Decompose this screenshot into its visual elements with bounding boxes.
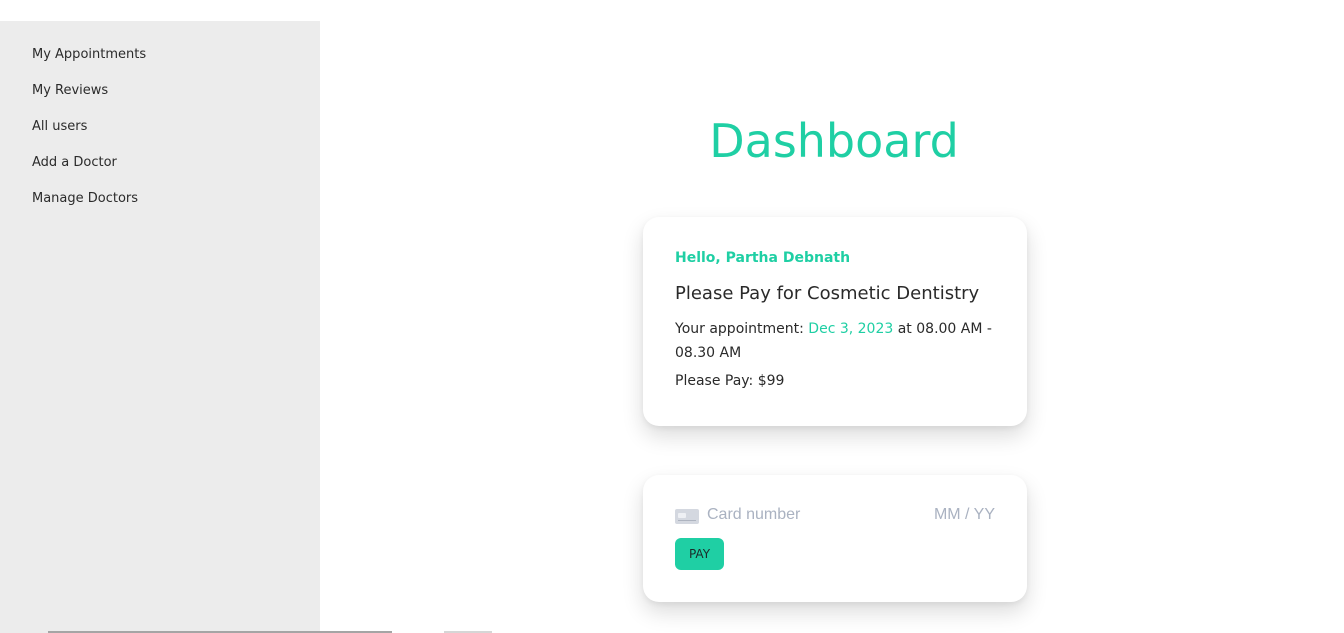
appointment-details: Your appointment: Dec 3, 2023 at 08.00 A… [675, 317, 1005, 365]
sidebar-item-my-appointments[interactable]: My Appointments [32, 46, 146, 82]
card-number-input[interactable] [707, 506, 907, 524]
page-title: Dashboard [709, 114, 959, 168]
sidebar-item-add-a-doctor[interactable]: Add a Doctor [32, 154, 146, 190]
sidebar-item-my-reviews[interactable]: My Reviews [32, 82, 146, 118]
sidebar: My Appointments My Reviews All users Add… [0, 21, 320, 633]
sidebar-item-all-users[interactable]: All users [32, 118, 146, 154]
sidebar-nav: My Appointments My Reviews All users Add… [32, 46, 146, 226]
appointment-prefix: Your appointment: [675, 321, 809, 337]
appointment-date: Dec 3, 2023 [808, 321, 894, 337]
payment-card: PAY [643, 475, 1027, 602]
payment-amount: Please Pay: $99 [675, 373, 785, 389]
greeting-text: Hello, Partha Debnath [675, 250, 851, 266]
appointment-card: Hello, Partha Debnath Please Pay for Cos… [643, 217, 1027, 426]
pay-button[interactable]: PAY [675, 538, 724, 570]
card-expiry-input[interactable] [925, 506, 995, 524]
sidebar-item-manage-doctors[interactable]: Manage Doctors [32, 190, 146, 226]
credit-card-icon [675, 509, 699, 524]
treatment-heading: Please Pay for Cosmetic Dentistry [675, 283, 980, 304]
